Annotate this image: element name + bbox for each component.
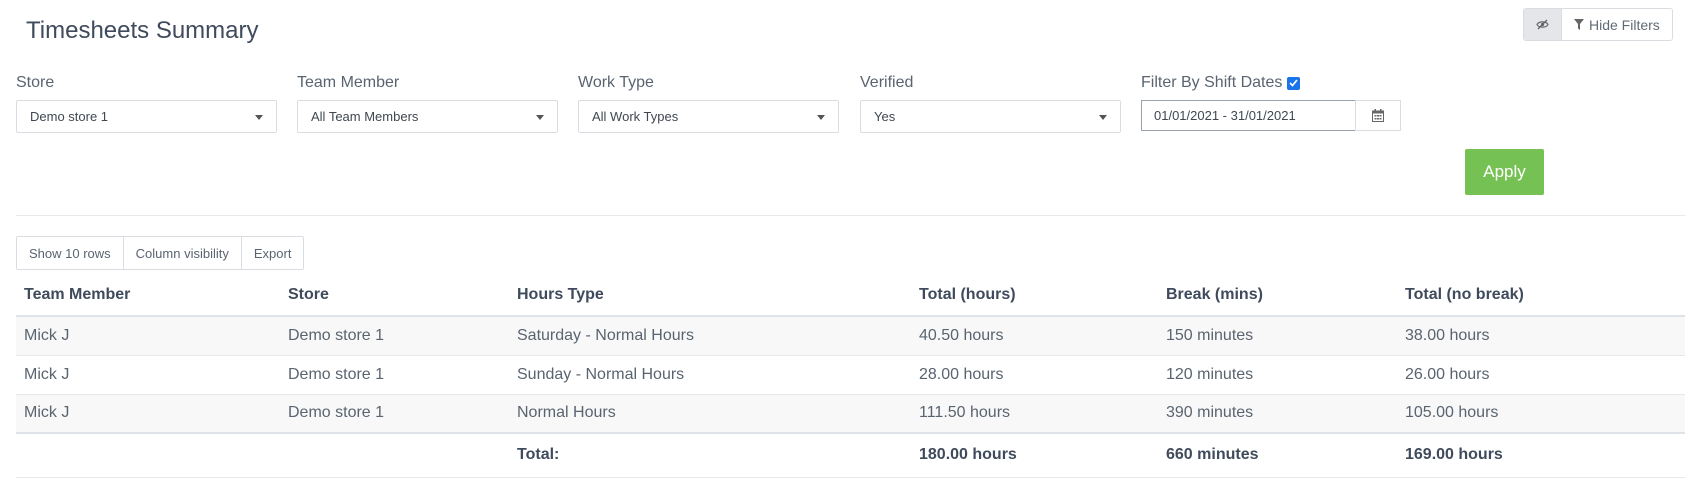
work-type-select[interactable]: All Work Types [578,100,839,133]
table-footer-row: Total: 180.00 hours 660 minutes 169.00 h… [16,432,1685,478]
cell-hours-type: Normal Hours [509,394,911,434]
cell-total-hours: 111.50 hours [911,394,1158,434]
work-type-select-value: All Work Types [592,109,679,124]
cell-break-mins: 390 minutes [1158,394,1397,434]
caret-down-icon [817,115,825,120]
store-filter: Store Demo store 1 [16,73,277,133]
timesheets-table: Team Member Store Hours Type Total (hour… [16,274,1685,478]
store-select[interactable]: Demo store 1 [16,100,277,133]
work-type-label: Work Type [578,74,654,91]
verified-select[interactable]: Yes [860,100,1121,133]
check-icon [1289,79,1299,87]
cell-total-no-break: 26.00 hours [1397,355,1685,395]
caret-down-icon [1099,115,1107,120]
cell-break-mins: 120 minutes [1158,355,1397,395]
footer-total-label: Total: [509,432,911,478]
caret-down-icon [536,115,544,120]
store-select-value: Demo store 1 [30,109,109,124]
toggle-visibility-button[interactable] [1524,9,1562,40]
shift-dates-checkbox[interactable] [1287,76,1301,90]
shift-dates-filter: Filter By Shift Dates 01/01/2021 - 31/01… [1141,73,1401,131]
cell-store: Demo store 1 [280,355,509,395]
verified-filter: Verified Yes [860,73,1121,133]
cell-hours-type: Saturday - Normal Hours [509,316,911,356]
cell-store: Demo store 1 [280,316,509,356]
team-member-filter: Team Member All Team Members [297,73,558,133]
cell-total-no-break: 38.00 hours [1397,316,1685,356]
hide-filters-label: Hide Filters [1589,16,1660,33]
cell-hours-type: Sunday - Normal Hours [509,355,911,395]
header-total-hours[interactable]: Total (hours) [911,274,1158,317]
calendar-icon [1372,109,1384,122]
header-team-member[interactable]: Team Member [16,274,280,317]
header-break-mins[interactable]: Break (mins) [1158,274,1397,317]
header-store[interactable]: Store [280,274,509,317]
date-range-input[interactable]: 01/01/2021 - 31/01/2021 [1141,100,1356,131]
column-visibility-button[interactable]: Column visibility [123,237,242,269]
table-row: Mick J Demo store 1 Saturday - Normal Ho… [16,316,1685,356]
cell-total-hours: 40.50 hours [911,316,1158,356]
cell-total-hours: 28.00 hours [911,355,1158,395]
apply-button[interactable]: Apply [1465,149,1544,195]
calendar-button[interactable] [1355,100,1401,131]
page-title: Timesheets Summary [26,17,259,44]
show-rows-button[interactable]: Show 10 rows [17,237,124,269]
divider [16,215,1685,216]
team-member-select-value: All Team Members [311,109,419,124]
cell-store: Demo store 1 [280,394,509,434]
cell-break-mins: 150 minutes [1158,316,1397,356]
cell-team-member: Mick J [16,316,280,356]
store-label: Store [16,74,55,91]
verified-select-value: Yes [874,109,896,124]
footer-total-no-break: 169.00 hours [1397,432,1685,478]
footer-total-hours: 180.00 hours [911,432,1158,478]
header-total-no-break[interactable]: Total (no break) [1397,274,1685,317]
shift-dates-label: Filter By Shift Dates [1141,74,1283,91]
cell-team-member: Mick J [16,394,280,434]
caret-down-icon [255,115,263,120]
table-header-row: Team Member Store Hours Type Total (hour… [16,274,1685,317]
filter-icon [1574,19,1584,30]
table-row: Mick J Demo store 1 Sunday - Normal Hour… [16,355,1685,395]
footer-break-mins: 660 minutes [1158,432,1397,478]
table-row: Mick J Demo store 1 Normal Hours 111.50 … [16,394,1685,434]
team-member-label: Team Member [297,74,400,91]
verified-label: Verified [860,74,914,91]
table-buttons: Show 10 rows Column visibility Export [16,236,305,270]
team-member-select[interactable]: All Team Members [297,100,558,133]
shift-dates-label-row: Filter By Shift Dates [1141,73,1301,93]
work-type-filter: Work Type All Work Types [578,73,839,133]
hide-filters-button[interactable]: Hide Filters [1562,9,1672,40]
header-hours-type[interactable]: Hours Type [509,274,911,317]
eye-slash-icon [1536,19,1549,30]
cell-team-member: Mick J [16,355,280,395]
export-button[interactable]: Export [241,237,304,269]
top-toolbar: Hide Filters [1523,8,1673,41]
cell-total-no-break: 105.00 hours [1397,394,1685,434]
